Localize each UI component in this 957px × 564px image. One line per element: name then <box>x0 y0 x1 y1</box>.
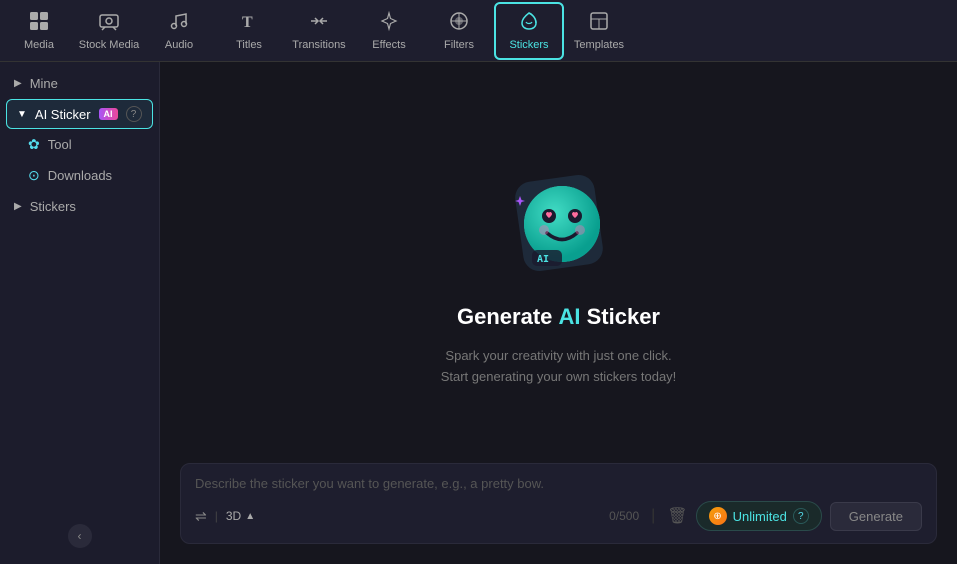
sidebar-downloads-label: Downloads <box>48 168 112 183</box>
sidebar-item-stickers[interactable]: ▶ Stickers <box>0 191 159 222</box>
nav-item-audio[interactable]: Audio <box>144 2 214 60</box>
stickers-icon <box>518 10 540 36</box>
titles-icon: T <box>238 10 260 36</box>
nav-item-titles[interactable]: T Titles <box>214 2 284 60</box>
stock-media-icon <box>98 10 120 36</box>
nav-label-media: Media <box>24 39 54 51</box>
input-options: ⇌ | 3D ▲ <box>195 508 255 525</box>
ai-sticker-illustration: AI <box>494 158 624 288</box>
ai-badge: AI <box>99 108 118 120</box>
tool-icon: ✿ <box>28 136 40 153</box>
sidebar-tool-label: Tool <box>48 137 72 152</box>
nav-label-stock-media: Stock Media <box>79 39 140 51</box>
input-right-controls: 0/500 | 🗑 ⊕ Unlimited ? Generate <box>609 501 922 531</box>
transitions-icon <box>308 10 330 36</box>
unlimited-button[interactable]: ⊕ Unlimited ? <box>696 501 822 531</box>
style-label: 3D <box>226 509 241 523</box>
sidebar: ▶ Mine ▼ AI Sticker AI ? ✿ Tool ⊙ Downlo… <box>0 62 160 564</box>
filters-icon <box>448 10 470 36</box>
media-icon <box>28 10 50 36</box>
input-area: Describe the sticker you want to generat… <box>180 463 937 544</box>
hero-subtitle-line2: Start generating your own stickers today… <box>441 369 677 384</box>
nav-label-transitions: Transitions <box>292 39 345 51</box>
nav-label-audio: Audio <box>165 39 193 51</box>
sidebar-item-mine[interactable]: ▶ Mine <box>0 68 159 99</box>
shuffle-icon: ⇌ <box>195 508 207 525</box>
unlimited-help-icon[interactable]: ? <box>793 508 809 524</box>
sidebar-item-tool[interactable]: ✿ Tool <box>0 129 159 160</box>
ai-sticker-help-icon[interactable]: ? <box>126 106 142 122</box>
unlimited-label: Unlimited <box>733 509 787 524</box>
mine-arrow-icon: ▶ <box>14 78 22 89</box>
content-area: AI Generate AI Sticker Spark your creati… <box>160 62 957 564</box>
nav-label-titles: Titles <box>236 39 262 51</box>
effects-icon <box>378 10 400 36</box>
main-content: ▶ Mine ▼ AI Sticker AI ? ✿ Tool ⊙ Downlo… <box>0 62 957 564</box>
option-separator: | <box>215 509 218 523</box>
style-button[interactable]: 3D ▲ <box>226 509 255 523</box>
sidebar-collapse-button[interactable]: ‹ <box>68 524 92 548</box>
sidebar-item-ai-sticker[interactable]: ▼ AI Sticker AI ? <box>6 99 153 129</box>
nav-label-stickers: Stickers <box>509 39 548 51</box>
ai-sticker-arrow-icon: ▼ <box>17 109 27 120</box>
templates-icon <box>588 10 610 36</box>
hero-title-ai: AI <box>559 304 581 329</box>
hero-title: Generate AI Sticker <box>457 304 660 330</box>
hero-title-prefix: Generate <box>457 304 559 329</box>
nav-item-transitions[interactable]: Transitions <box>284 2 354 60</box>
sidebar-stickers-label: Stickers <box>30 199 76 214</box>
hero-title-suffix: Sticker <box>581 304 661 329</box>
audio-icon <box>168 10 190 36</box>
nav-item-effects[interactable]: Effects <box>354 2 424 60</box>
style-chevron-icon: ▲ <box>245 511 255 522</box>
nav-item-stock-media[interactable]: Stock Media <box>74 2 144 60</box>
svg-text:AI: AI <box>537 254 549 265</box>
hero-subtitle: Spark your creativity with just one clic… <box>441 346 677 388</box>
generate-button[interactable]: Generate <box>830 502 922 531</box>
hero-section: AI Generate AI Sticker Spark your creati… <box>441 82 677 463</box>
char-count: 0/500 <box>609 509 639 523</box>
nav-label-effects: Effects <box>372 39 405 51</box>
unlimited-icon: ⊕ <box>709 507 727 525</box>
nav-label-templates: Templates <box>574 39 624 51</box>
hero-subtitle-line1: Spark your creativity with just one clic… <box>445 348 671 363</box>
nav-item-media[interactable]: Media <box>4 2 74 60</box>
nav-label-filters: Filters <box>444 39 474 51</box>
sidebar-ai-sticker-label: AI Sticker <box>35 107 91 122</box>
stickers-arrow-icon: ▶ <box>14 201 22 212</box>
top-navigation: Media Stock Media Audio T T <box>0 0 957 62</box>
collapse-icon: ‹ <box>78 529 82 543</box>
input-bottom-row: ⇌ | 3D ▲ 0/500 | 🗑 ⊕ Unlimited ? <box>195 501 922 531</box>
nav-item-filters[interactable]: Filters <box>424 2 494 60</box>
downloads-icon: ⊙ <box>28 167 40 184</box>
input-placeholder-text: Describe the sticker you want to generat… <box>195 476 922 491</box>
sidebar-mine-label: Mine <box>30 76 58 91</box>
svg-text:T: T <box>242 14 253 31</box>
nav-item-templates[interactable]: Templates <box>564 2 634 60</box>
trash-icon[interactable]: 🗑 <box>667 506 687 526</box>
sidebar-item-downloads[interactable]: ⊙ Downloads <box>0 160 159 191</box>
char-separator: | <box>651 507 655 525</box>
nav-item-stickers[interactable]: Stickers <box>494 2 564 60</box>
